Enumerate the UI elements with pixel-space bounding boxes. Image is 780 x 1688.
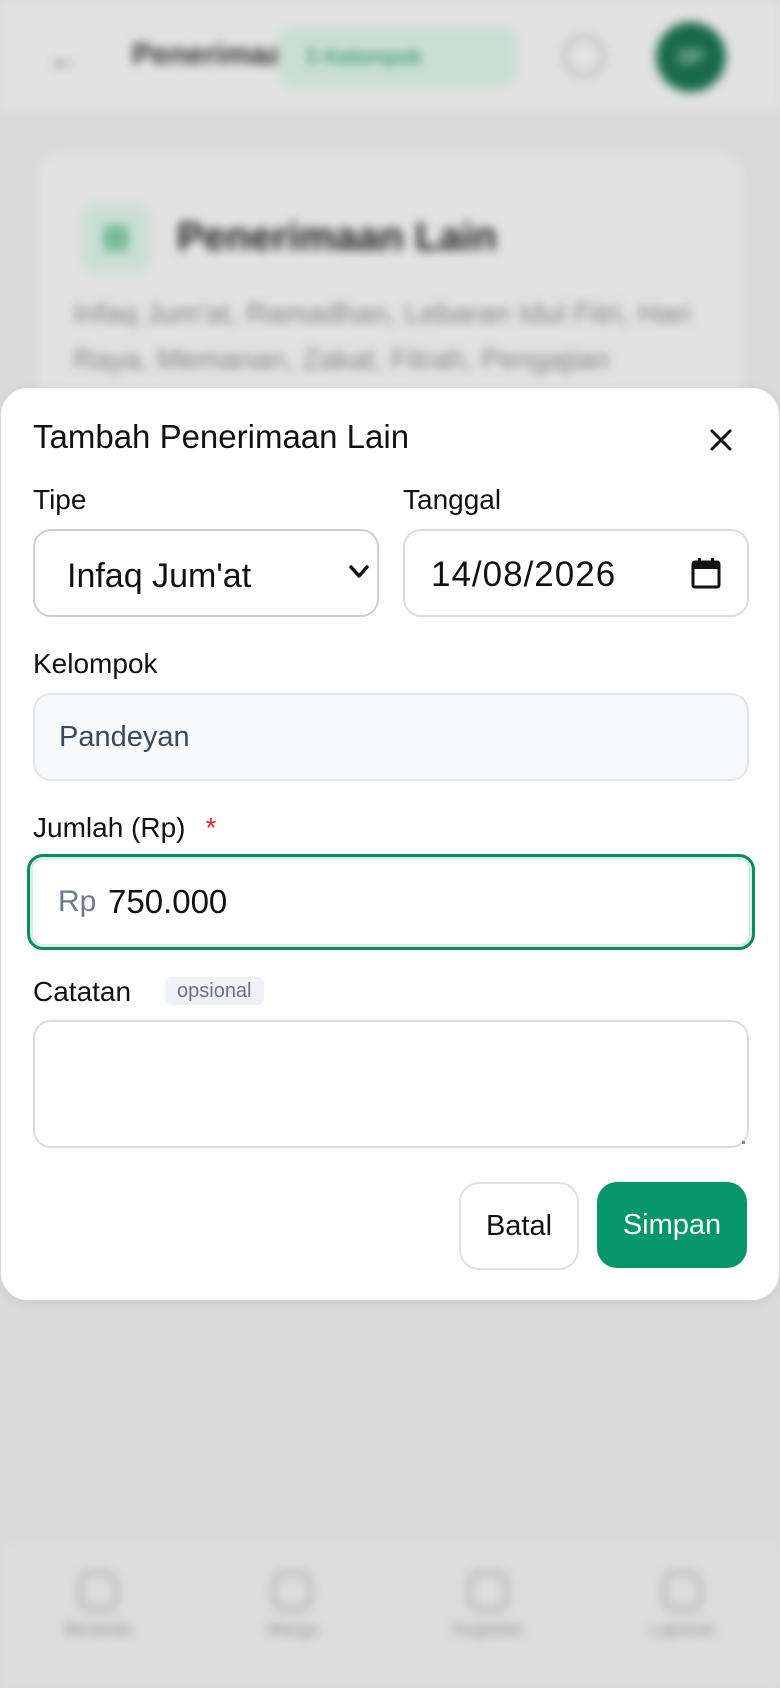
group-field: Pandeyan [33,693,749,781]
save-button[interactable]: Simpan [597,1182,747,1268]
resize-handle-icon[interactable] [742,1141,745,1144]
cancel-button[interactable]: Batal [459,1182,579,1270]
notes-textarea[interactable] [33,1020,749,1148]
calendar-icon[interactable] [691,557,721,594]
amount-label: Jumlah (Rp) * [33,812,216,844]
type-label: Tipe [33,484,87,515]
date-label: Tanggal [403,484,502,515]
date-input[interactable]: 14/08/2026 [403,529,749,617]
chevron-down-icon [349,565,369,584]
type-select-value: Infaq Jum'at [67,557,252,595]
amount-label-text: Jumlah (Rp) [33,812,186,843]
amount-value: 750.000 [108,883,228,920]
date-value: 14/08/2026 [431,555,617,594]
modal-title: Tambah Penerimaan Lain [33,418,410,455]
type-select[interactable]: Infaq Jum'at [33,529,379,617]
group-value: Pandeyan [59,721,190,753]
currency-prefix: Rp [58,885,97,918]
close-icon[interactable] [697,416,745,464]
add-receipt-modal: Tambah Penerimaan Lain Tipe Infaq Jum'at… [0,387,780,1301]
group-label: Kelompok [33,648,158,679]
optional-badge: opsional [165,977,264,1005]
required-mark: * [205,812,217,843]
amount-input[interactable]: Rp 750.000 [27,854,755,950]
notes-label: Catatan [33,976,132,1007]
